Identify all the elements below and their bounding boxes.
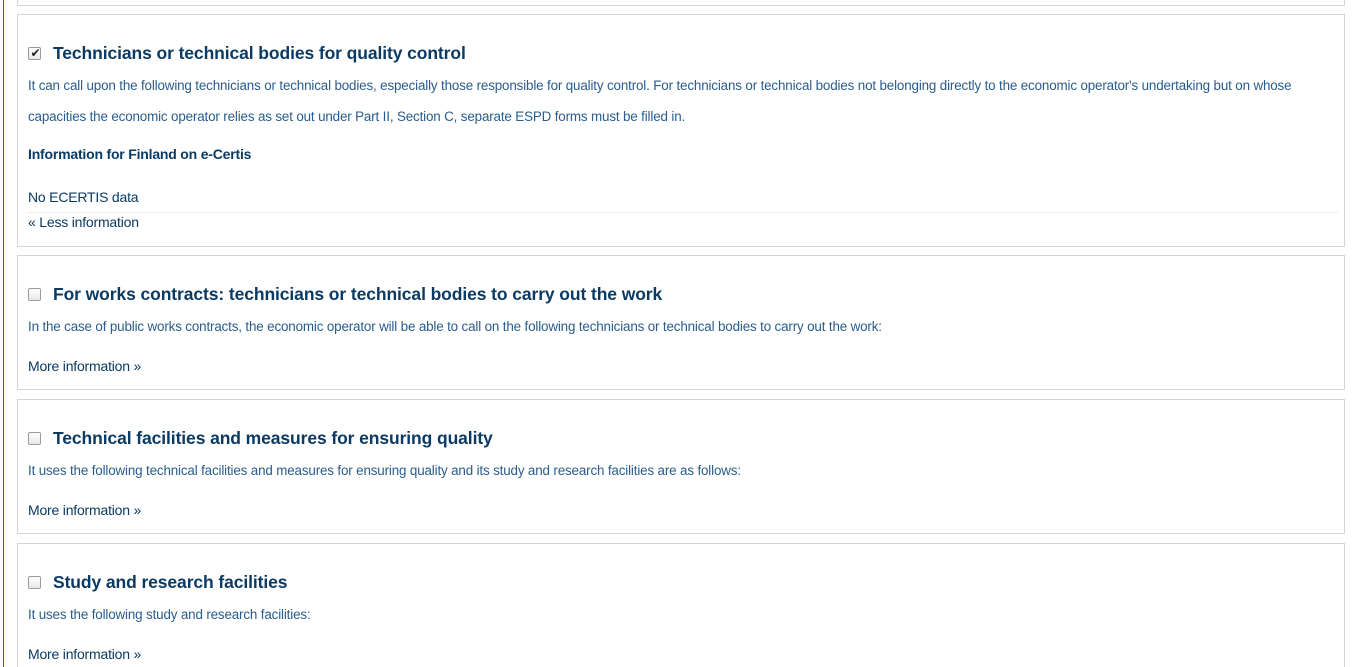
criterion-description: It can call upon the following technicia… bbox=[28, 78, 1292, 124]
less-information-link[interactable]: « Less information bbox=[28, 214, 139, 230]
info-divider bbox=[28, 212, 1338, 213]
criterion-title: Technicians or technical bodies for qual… bbox=[53, 42, 466, 63]
criterion-description: It uses the following technical faciliti… bbox=[28, 463, 741, 478]
criterion-title-row: Technical facilities and measures for en… bbox=[28, 427, 493, 449]
more-information-link[interactable]: More information » bbox=[28, 646, 141, 662]
criterion-panel-study-research: Study and research facilities It uses th… bbox=[17, 543, 1345, 667]
criterion-title-row: ✔ Technicians or technical bodies for qu… bbox=[28, 42, 466, 64]
criterion-checkbox-quality-control[interactable]: ✔ bbox=[28, 45, 41, 60]
checkmark-icon: ✔ bbox=[30, 45, 41, 60]
criterion-checkbox-works-contracts[interactable] bbox=[28, 287, 41, 301]
criterion-title: Study and research facilities bbox=[53, 571, 288, 592]
page-left-rule bbox=[3, 0, 4, 667]
criterion-title-row: Study and research facilities bbox=[28, 571, 288, 593]
criterion-title: Technical facilities and measures for en… bbox=[53, 427, 493, 448]
criterion-description: In the case of public works contracts, t… bbox=[28, 319, 882, 334]
criterion-title-row: For works contracts: technicians or tech… bbox=[28, 283, 662, 305]
ecertis-info-text: No ECERTIS data bbox=[28, 189, 139, 205]
criterion-panel-works-contracts: For works contracts: technicians or tech… bbox=[17, 255, 1345, 390]
more-information-link[interactable]: More information » bbox=[28, 502, 141, 518]
criterion-panel-previous bbox=[17, 0, 1345, 6]
criterion-checkbox-technical-facilities[interactable] bbox=[28, 431, 41, 445]
criterion-description: It uses the following study and research… bbox=[28, 607, 311, 622]
espd-criteria-page: ✔ Technicians or technical bodies for qu… bbox=[0, 0, 1361, 667]
criterion-panel-quality-control: ✔ Technicians or technical bodies for qu… bbox=[17, 14, 1345, 247]
criterion-panel-technical-facilities: Technical facilities and measures for en… bbox=[17, 399, 1345, 534]
ecertis-info-heading: Information for Finland on e-Certis bbox=[28, 146, 252, 162]
criterion-checkbox-study-research[interactable] bbox=[28, 575, 41, 589]
criterion-title: For works contracts: technicians or tech… bbox=[53, 283, 663, 304]
more-information-link[interactable]: More information » bbox=[28, 358, 141, 374]
